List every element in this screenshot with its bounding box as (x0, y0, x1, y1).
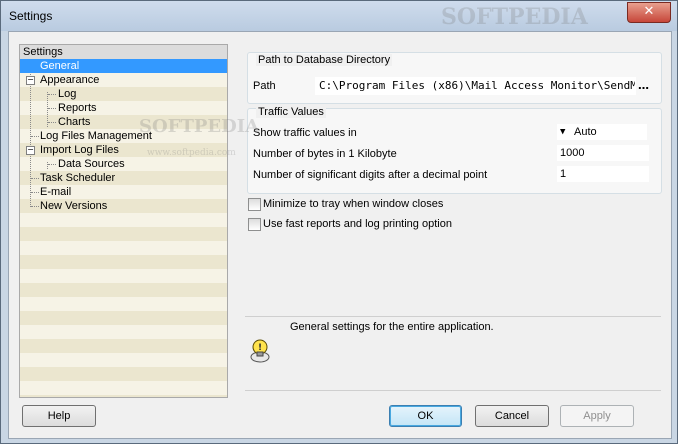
cancel-button[interactable]: Cancel (475, 405, 549, 427)
tree-item-label: Log Files Management (40, 130, 152, 142)
tree-item-email[interactable]: E-mail (20, 185, 227, 199)
tree-item-label: Charts (58, 116, 91, 128)
dropdown-arrow-icon: ▼ (560, 127, 566, 137)
bytes-label: Number of bytes in 1 Kilobyte (253, 148, 397, 160)
tree-item-new-versions[interactable]: New Versions (20, 199, 227, 213)
svg-text:!: ! (258, 343, 262, 353)
digits-label: Number of significant digits after a dec… (253, 169, 488, 181)
watermark-top: SOFTPEDIA (441, 4, 588, 30)
watermark-center: SOFTPEDIA (139, 116, 260, 137)
tree-item-general[interactable]: General (20, 59, 227, 73)
tree-item-data-sources[interactable]: Data Sources (20, 157, 227, 171)
minimize-tray-checkbox[interactable] (248, 198, 261, 211)
tree-item-label: Import Log Files (40, 144, 119, 156)
tree-item-label: Reports (58, 102, 97, 114)
lightbulb-icon: ! (250, 339, 270, 363)
path-field[interactable]: C:\Program Files (x86)\Mail Access Monit… (315, 77, 636, 95)
tree-item-label: Appearance (40, 74, 100, 86)
tree-item-label: Data Sources (58, 158, 125, 170)
close-button[interactable]: ✕ (627, 2, 671, 23)
watermark-url: www.softpedia.com (147, 148, 236, 158)
tree-item-log[interactable]: Log (20, 87, 227, 101)
tree-item-task-scheduler[interactable]: Task Scheduler (20, 171, 227, 185)
show-traffic-label: Show traffic values in (253, 127, 357, 139)
minimize-tray-label: Minimize to tray when window closes (263, 198, 444, 210)
fast-reports-label: Use fast reports and log printing option (263, 218, 452, 230)
settings-tree[interactable]: Settings General − Appearance Log Report… (19, 44, 228, 398)
settings-window: Settings SOFTPEDIA ✕ Settings General − … (0, 0, 678, 444)
digits-field[interactable]: 1 (557, 166, 649, 182)
window-title: Settings (9, 9, 53, 23)
path-label: Path (253, 80, 276, 92)
tree-root-label: Settings (23, 46, 63, 58)
bottom-separator (245, 390, 661, 391)
close-icon: ✕ (643, 4, 655, 19)
tree-item-label: E-mail (40, 186, 72, 198)
show-traffic-value: Auto (574, 126, 597, 138)
ok-button[interactable]: OK (389, 405, 462, 427)
tree-item-label: Log (58, 88, 77, 100)
show-traffic-select[interactable]: ▼ Auto (557, 124, 647, 140)
info-text: General settings for the entire applicat… (290, 321, 494, 333)
tree-root[interactable]: Settings (20, 45, 227, 59)
collapse-icon[interactable]: − (26, 146, 35, 155)
bytes-field[interactable]: 1000 (557, 145, 649, 161)
browse-button[interactable]: … (638, 79, 649, 92)
tree-item-reports[interactable]: Reports (20, 101, 227, 115)
tree-item-appearance[interactable]: − Appearance (20, 73, 227, 87)
fast-reports-checkbox[interactable] (248, 218, 261, 231)
tree-item-label: General (40, 60, 80, 72)
tree-item-label: Task Scheduler (40, 172, 116, 184)
client-area: Settings General − Appearance Log Report… (8, 31, 672, 439)
path-group-title: Path to Database Directory (256, 54, 393, 66)
traffic-group-title: Traffic Values (256, 106, 326, 118)
collapse-icon[interactable]: − (26, 76, 35, 85)
info-separator (245, 316, 661, 317)
help-button[interactable]: Help (22, 405, 96, 427)
title-bar[interactable]: Settings SOFTPEDIA ✕ (1, 1, 677, 31)
tree-item-label: New Versions (40, 200, 108, 212)
apply-button[interactable]: Apply (560, 405, 634, 427)
